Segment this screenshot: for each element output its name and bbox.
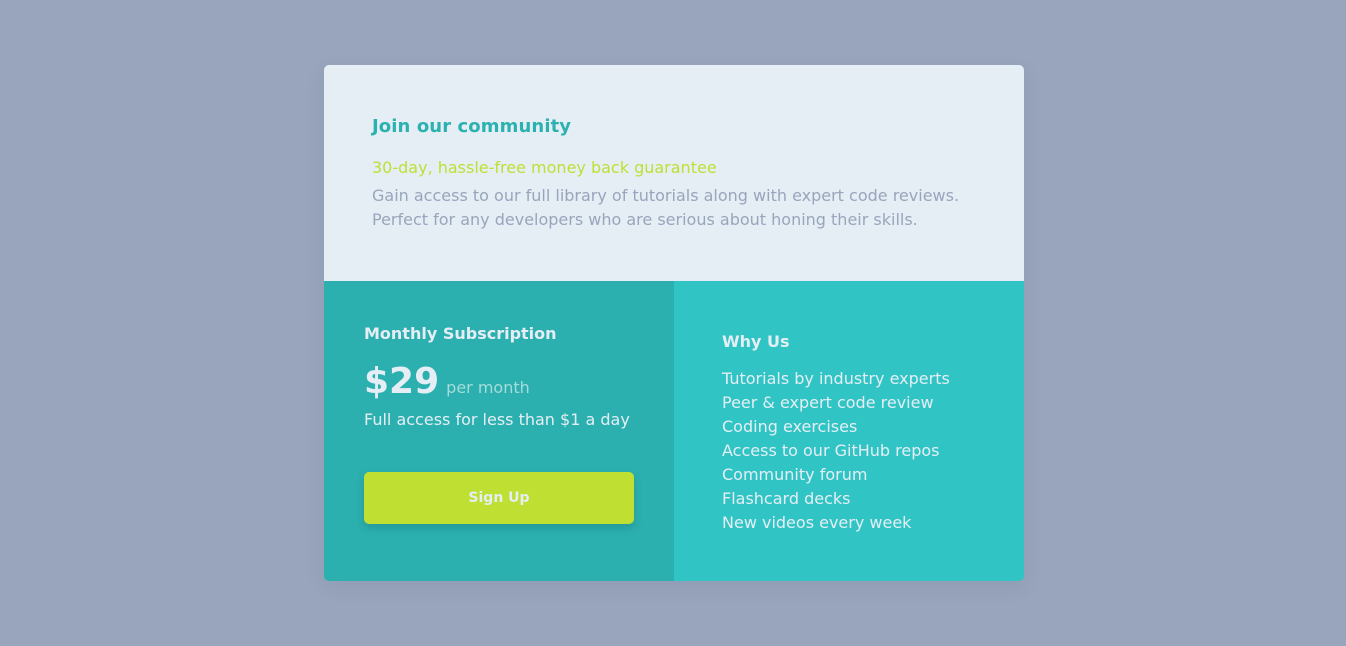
subscription-panel: Monthly Subscription $29 per month Full … [324,281,674,581]
price-period: per month [446,378,530,397]
feature-item: Tutorials by industry experts [722,369,950,388]
why-us-title: Why Us [722,332,790,351]
feature-item: Community forum [722,465,868,484]
price-amount: $29 [364,361,440,402]
why-us-panel: Why Us Tutorials by industry experts Pee… [674,281,1024,581]
feature-item: Access to our GitHub repos [722,441,940,460]
guarantee-text: 30-day, hassle-free money back guarantee [372,158,717,177]
price-row: $29 per month [364,359,634,405]
pricing-card: Join our community 30-day, hassle-free m… [324,65,1024,581]
feature-list: Tutorials by industry experts Peer & exp… [722,367,976,535]
feature-item: Flashcard decks [722,489,851,508]
subscription-tagline: Full access for less than $1 a day [364,410,630,429]
subscription-title: Monthly Subscription [364,324,557,343]
feature-item: Coding exercises [722,417,858,436]
plans-row: Monthly Subscription $29 per month Full … [324,281,1024,581]
community-section: Join our community 30-day, hassle-free m… [324,65,1024,281]
feature-item: New videos every week [722,513,912,532]
community-description: Gain access to our full library of tutor… [372,186,960,229]
feature-item: Peer & expert code review [722,393,934,412]
sign-up-button[interactable]: Sign Up [364,472,634,524]
community-title: Join our community [372,116,572,137]
